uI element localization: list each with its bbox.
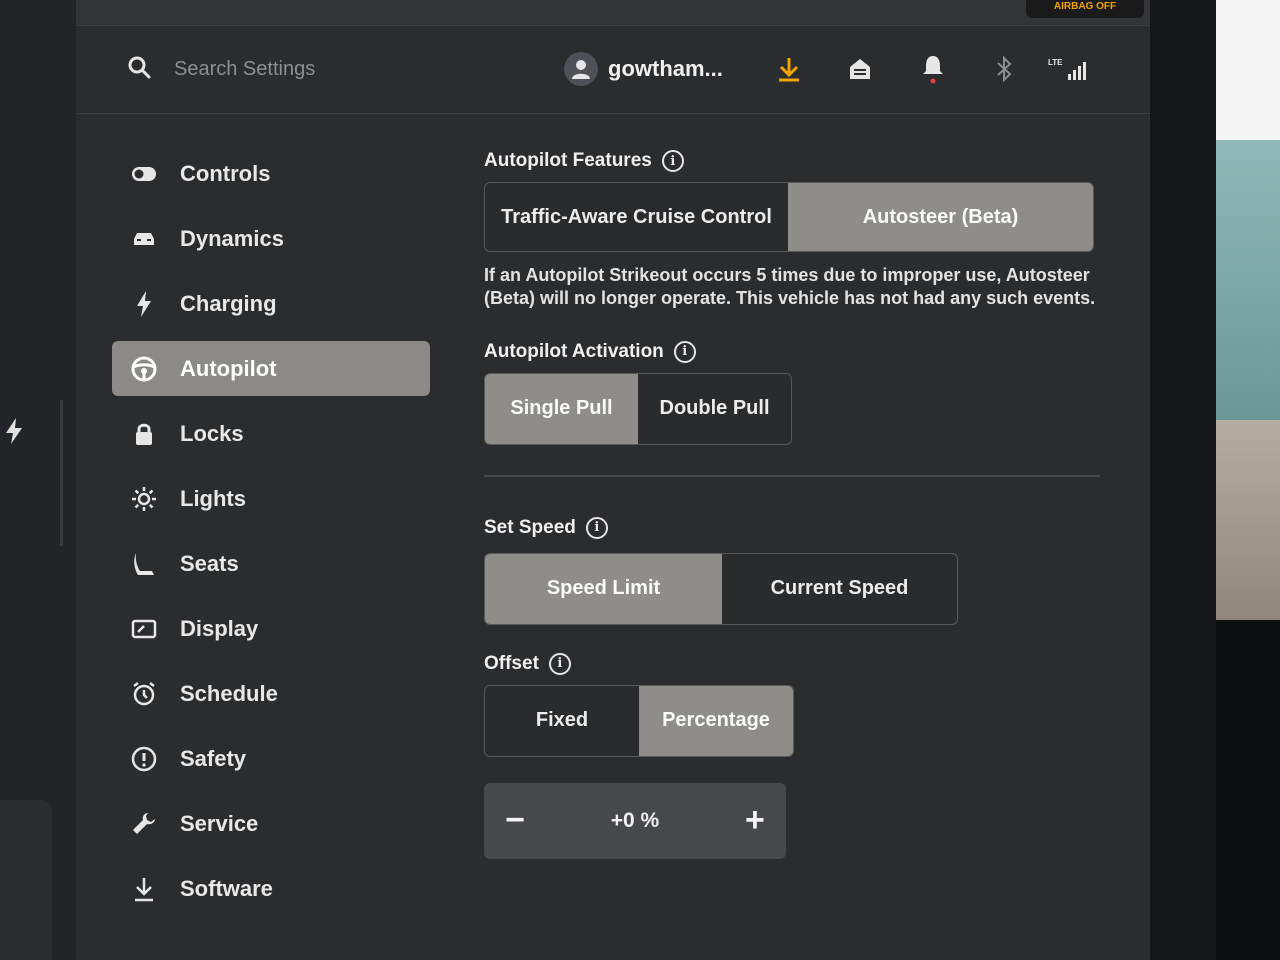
search-input[interactable]: Search Settings	[174, 58, 315, 81]
sun-icon	[130, 485, 158, 513]
set-speed-selector: Speed Limit Current Speed	[484, 552, 958, 625]
seat-icon	[130, 550, 158, 578]
bezel-left	[0, 0, 76, 960]
car-icon	[130, 225, 158, 253]
increment-button[interactable]: +	[740, 801, 770, 840]
bluetooth-icon[interactable]	[991, 56, 1017, 82]
info-icon[interactable]: i	[673, 340, 696, 363]
offset-value: +0 %	[610, 808, 660, 832]
dashboard-shadow	[1216, 620, 1280, 960]
info-icon[interactable]: i	[585, 516, 608, 539]
sidebar-item-label: Controls	[180, 160, 271, 186]
wrench-icon	[130, 810, 158, 838]
user-profile[interactable]: gowtham...	[564, 52, 723, 86]
bell-icon[interactable]	[920, 56, 946, 84]
option-percentage[interactable]: Percentage	[639, 685, 793, 756]
lock-icon	[130, 420, 158, 448]
sidebar-item-label: Safety	[180, 745, 247, 771]
autopilot-features-selector: Traffic-Aware Cruise Control Autosteer (…	[484, 182, 1094, 252]
download-icon	[130, 875, 158, 903]
lightning-icon	[4, 418, 24, 451]
sidebar-item-label: Lights	[180, 485, 246, 511]
download-icon[interactable]	[776, 56, 802, 82]
section-divider	[484, 474, 1100, 477]
option-speed-limit[interactable]: Speed Limit	[485, 553, 722, 624]
offset-title: Offset i	[484, 652, 1104, 675]
section-title-text: Set Speed	[484, 516, 576, 538]
option-autosteer-beta[interactable]: Autosteer (Beta)	[788, 183, 1093, 251]
option-single-pull[interactable]: Single Pull	[485, 373, 638, 444]
sidebar-item-label: Charging	[180, 290, 277, 316]
top-status-strip: AIRBAG OFF	[76, 0, 1150, 26]
info-icon[interactable]: i	[661, 150, 684, 172]
option-double-pull[interactable]: Double Pull	[638, 374, 791, 444]
alarm-clock-icon	[130, 680, 158, 708]
autopilot-settings: Autopilot Features i Traffic-Aware Cruis…	[484, 150, 1104, 859]
sidebar-item-label: Software	[180, 875, 273, 901]
airbag-indicator: AIRBAG OFF	[1026, 0, 1144, 18]
sidebar-item-charging[interactable]: Charging	[112, 276, 430, 331]
bezel-rule	[60, 400, 63, 546]
sidebar-item-safety[interactable]: Safety	[112, 731, 430, 786]
sidebar-item-lights[interactable]: Lights	[112, 471, 430, 526]
sidebar-item-locks[interactable]: Locks	[112, 406, 430, 461]
option-traffic-aware-cruise-control[interactable]: Traffic-Aware Cruise Control	[485, 183, 788, 251]
sidebar-item-label: Seats	[180, 550, 239, 576]
search-bar[interactable]: Search Settings	[126, 54, 315, 85]
username: gowtham...	[608, 56, 723, 81]
dashboard-background	[1216, 140, 1280, 420]
sidebar-item-seats[interactable]: Seats	[112, 536, 430, 591]
sidebar-item-schedule[interactable]: Schedule	[112, 666, 430, 721]
sidebar-item-dynamics[interactable]: Dynamics	[112, 211, 430, 266]
sidebar-item-label: Locks	[180, 420, 244, 446]
bolt-icon	[130, 290, 158, 318]
decrement-button[interactable]: −	[500, 801, 530, 840]
option-current-speed[interactable]: Current Speed	[722, 554, 957, 624]
sidebar-item-controls[interactable]: Controls	[112, 146, 430, 201]
set-speed-title: Set Speed i	[484, 516, 1104, 539]
settings-header: Search Settings gowtham... LTE	[76, 26, 1150, 114]
sidebar-item-label: Schedule	[180, 680, 278, 706]
sidebar-item-display[interactable]: Display	[112, 601, 430, 656]
settings-screen: AIRBAG OFF Search Settings gowtham... LT…	[76, 0, 1150, 960]
sidebar-item-label: Service	[180, 810, 259, 836]
window-glare	[1216, 0, 1280, 140]
sidebar-item-software[interactable]: Software	[112, 861, 430, 916]
lte-signal-icon: LTE	[1048, 56, 1088, 82]
sidebar-item-label: Autopilot	[180, 355, 277, 381]
toggle-icon	[130, 160, 158, 188]
display-icon	[130, 615, 158, 643]
sidebar-item-label: Display	[180, 615, 259, 641]
autopilot-activation-selector: Single Pull Double Pull	[484, 372, 792, 445]
search-icon	[126, 54, 152, 85]
bezel-right	[1150, 0, 1280, 960]
settings-sidebar: Controls Dynamics Charging Autopilot Loc…	[112, 146, 430, 926]
offset-selector: Fixed Percentage	[484, 684, 794, 757]
alert-circle-icon	[130, 745, 158, 773]
dashboard-trim	[1216, 420, 1280, 620]
info-icon[interactable]: i	[548, 652, 571, 675]
sidebar-item-label: Dynamics	[180, 225, 284, 251]
sidebar-item-service[interactable]: Service	[112, 796, 430, 851]
svg-text:LTE: LTE	[1048, 58, 1063, 67]
steering-wheel-icon	[130, 355, 158, 383]
sidebar-item-autopilot[interactable]: Autopilot	[112, 341, 430, 396]
strikeout-description: If an Autopilot Strikeout occurs 5 times…	[484, 265, 1096, 309]
offset-stepper: − +0 % +	[484, 782, 786, 859]
avatar-icon	[564, 52, 598, 86]
autopilot-activation-title: Autopilot Activation i	[484, 340, 1104, 363]
autopilot-features-title: Autopilot Features i	[484, 150, 1104, 172]
garage-icon[interactable]	[847, 56, 873, 82]
section-title-text: Autopilot Activation	[484, 340, 664, 362]
section-title-text: Autopilot Features	[484, 150, 652, 171]
option-fixed[interactable]: Fixed	[485, 686, 639, 756]
bezel-block	[0, 800, 52, 960]
section-title-text: Offset	[484, 652, 539, 674]
